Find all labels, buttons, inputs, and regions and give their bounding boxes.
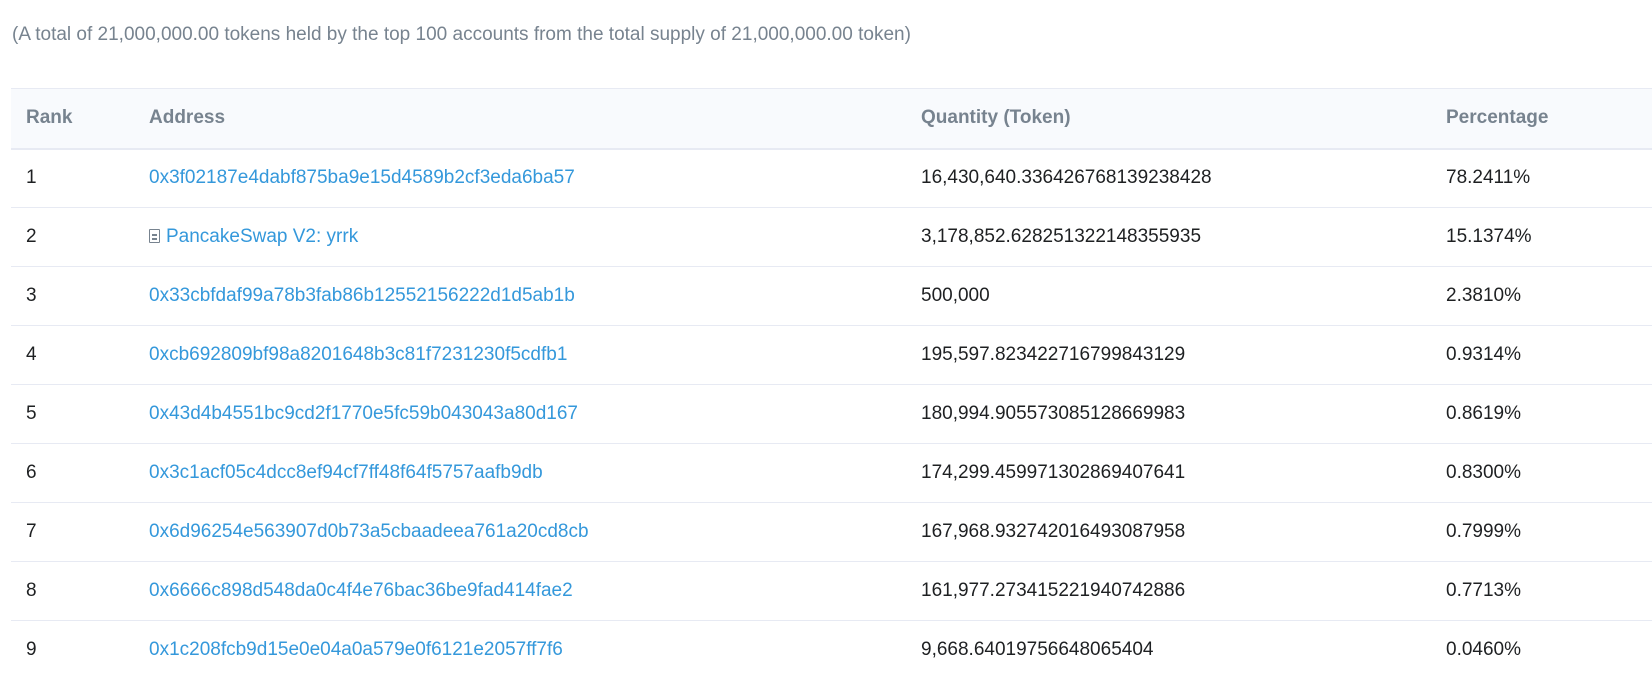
holders-table: Rank Address Quantity (Token) Percentage… [11,88,1652,680]
quantity-cell: 180,994.905573085128669983 [921,403,1186,424]
holder-address-link[interactable]: 0x1c208fcb9d15e0e04a0a579e0f6121e2057ff7… [149,639,563,660]
rank-cell: 5 [26,403,37,424]
table-header-row: Rank Address Quantity (Token) Percentage [11,88,1652,149]
header-rank: Rank [26,107,73,129]
percentage-cell: 0.9314% [1446,344,1522,365]
table-row: 2 PancakeSwap V2: yrrk 3,178,852.6282513… [11,208,1652,267]
percentage-cell: 0.7713% [1446,580,1522,601]
percentage-cell: 0.7999% [1446,521,1522,542]
table-row: 5 0x43d4b4551bc9cd2f1770e5fc59b043043a80… [11,385,1652,444]
rank-cell: 1 [26,167,37,189]
table-row: 1 0x3f02187e4dabf875ba9e15d4589b2cf3eda6… [11,149,1652,208]
percentage-cell: 0.8300% [1446,462,1522,483]
quantity-cell: 167,968.932742016493087958 [921,521,1186,542]
percentage-cell: 78.2411% [1446,167,1531,189]
header-address: Address [149,107,226,129]
address-cell: 0x33cbfdaf99a78b3fab86b12552156222d1d5ab… [134,267,906,326]
rank-cell: 3 [26,285,37,306]
holders-summary-text: (A total of 21,000,000.00 tokens held by… [12,24,911,45]
quantity-cell: 500,000 [921,285,990,306]
quantity-cell: 16,430,640.336426768139238428 [921,167,1212,189]
rank-cell: 2 [26,226,37,247]
holder-address-link[interactable]: 0x6666c898d548da0c4f4e76bac36be9fad414fa… [149,580,573,601]
holder-address-link[interactable]: 0x3c1acf05c4dcc8ef94cf7ff48f64f5757aafb9… [149,462,543,483]
table-row: 6 0x3c1acf05c4dcc8ef94cf7ff48f64f5757aaf… [11,444,1652,503]
percentage-cell: 0.8619% [1446,403,1522,424]
header-quantity: Quantity (Token) [921,107,1071,129]
table-row: 7 0x6d96254e563907d0b73a5cbaadeea761a20c… [11,503,1652,562]
rank-cell: 7 [26,521,37,542]
address-cell: 0x3f02187e4dabf875ba9e15d4589b2cf3eda6ba… [134,149,906,208]
rank-cell: 8 [26,580,37,601]
table-row: 9 0x1c208fcb9d15e0e04a0a579e0f6121e2057f… [11,621,1652,680]
address-cell: 0x43d4b4551bc9cd2f1770e5fc59b043043a80d1… [134,385,906,444]
holder-address-link[interactable]: 0x3f02187e4dabf875ba9e15d4589b2cf3eda6ba… [149,167,575,188]
holder-address-link[interactable]: 0x33cbfdaf99a78b3fab86b12552156222d1d5ab… [149,285,575,306]
rank-cell: 4 [26,344,37,365]
table-row: 4 0xcb692809bf98a8201648b3c81f7231230f5c… [11,326,1652,385]
quantity-cell: 3,178,852.628251322148355935 [921,226,1202,247]
contract-file-icon [149,229,160,243]
address-cell: 0x3c1acf05c4dcc8ef94cf7ff48f64f5757aafb9… [134,444,906,503]
percentage-cell: 15.1374% [1446,226,1532,247]
holder-address-link[interactable]: PancakeSwap V2: yrrk [166,226,358,247]
address-cell: 0x6666c898d548da0c4f4e76bac36be9fad414fa… [134,562,906,621]
holder-address-link[interactable]: 0x43d4b4551bc9cd2f1770e5fc59b043043a80d1… [149,403,578,424]
percentage-cell: 0.0460% [1446,639,1522,661]
address-cell: 0xcb692809bf98a8201648b3c81f7231230f5cdf… [134,326,906,385]
table-row: 3 0x33cbfdaf99a78b3fab86b12552156222d1d5… [11,267,1652,326]
address-cell: PancakeSwap V2: yrrk [134,208,906,267]
address-cell: 0x6d96254e563907d0b73a5cbaadeea761a20cd8… [134,503,906,562]
quantity-cell: 9,668.64019756648065404 [921,639,1154,661]
quantity-cell: 174,299.459971302869407641 [921,462,1186,483]
rank-cell: 9 [26,639,37,661]
percentage-cell: 2.3810% [1446,285,1522,306]
table-row: 8 0x6666c898d548da0c4f4e76bac36be9fad414… [11,562,1652,621]
holders-table-container: Rank Address Quantity (Token) Percentage… [11,88,1652,680]
holder-address-link[interactable]: 0x6d96254e563907d0b73a5cbaadeea761a20cd8… [149,521,589,542]
header-percentage: Percentage [1446,107,1549,129]
rank-cell: 6 [26,462,37,483]
quantity-cell: 195,597.823422716799843129 [921,344,1186,365]
holder-address-link[interactable]: 0xcb692809bf98a8201648b3c81f7231230f5cdf… [149,344,567,365]
address-cell: 0x1c208fcb9d15e0e04a0a579e0f6121e2057ff7… [134,621,906,680]
quantity-cell: 161,977.273415221940742886 [921,580,1186,601]
